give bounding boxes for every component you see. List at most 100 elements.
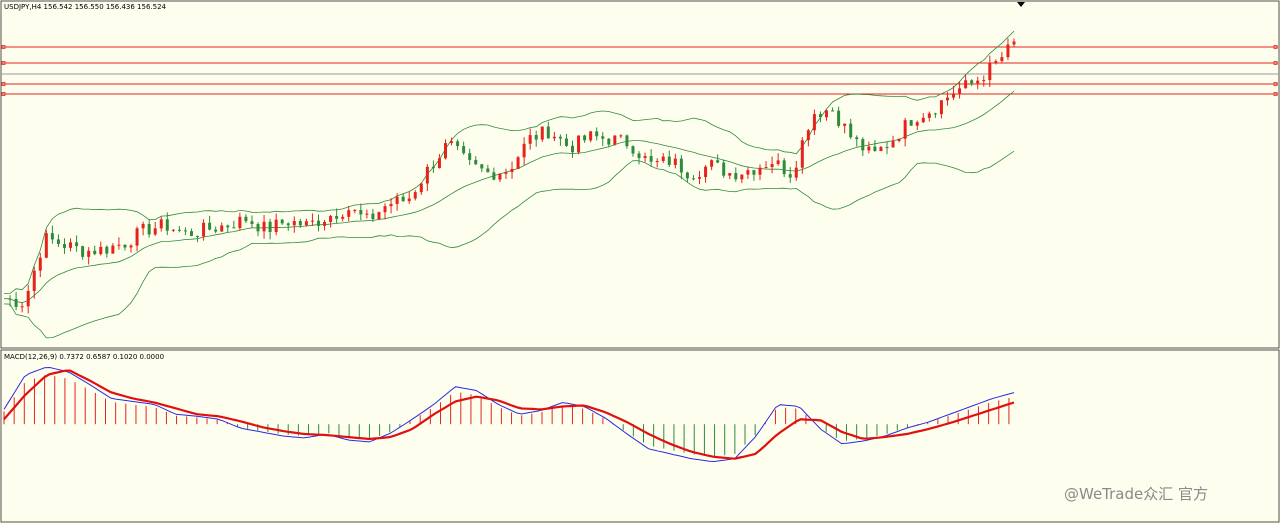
candle-body: [534, 135, 538, 140]
candle-body: [87, 250, 91, 257]
candle-body: [758, 167, 762, 175]
candle-body: [607, 138, 611, 145]
candle-body: [734, 173, 738, 180]
candle-body: [837, 110, 841, 126]
candle-body: [383, 206, 387, 213]
candle-body: [244, 216, 248, 222]
candle: [613, 135, 617, 146]
candle-body: [50, 233, 54, 240]
price-label: USDJPY,H4 156.542 156.550 156.436 156.52…: [4, 3, 167, 11]
candle-body: [492, 172, 496, 180]
candle-body: [335, 215, 339, 219]
candle: [909, 120, 913, 126]
candle: [516, 155, 520, 170]
candle-body: [558, 136, 562, 139]
candle-body: [99, 246, 103, 255]
candle-body: [93, 250, 97, 255]
candle-body: [619, 135, 623, 137]
candle-body: [625, 135, 629, 147]
candle-body: [831, 110, 835, 112]
candle-body: [982, 80, 986, 82]
candle-body: [952, 93, 956, 98]
candle-body: [365, 213, 369, 215]
candle-body: [812, 114, 816, 131]
candle-body: [316, 220, 320, 226]
candle-body: [202, 222, 206, 237]
candle-body: [540, 126, 544, 140]
candle-body: [480, 164, 484, 169]
candle-body: [589, 131, 593, 141]
trading-chart: USDJPY,H4 156.542 156.550 156.436 156.52…: [0, 0, 1280, 525]
candle-body: [788, 174, 792, 178]
candle-body: [298, 221, 302, 226]
candle: [44, 229, 48, 259]
candle-body: [776, 160, 780, 164]
candle-body: [873, 146, 877, 152]
candle-body: [879, 147, 883, 152]
candle-body: [462, 146, 466, 154]
background: [0, 0, 1280, 525]
candle-body: [81, 246, 85, 257]
candle-body: [945, 97, 949, 101]
candle-body: [359, 210, 363, 215]
candle-body: [1006, 44, 1010, 58]
candle-body: [159, 219, 163, 229]
candle-body: [909, 120, 913, 126]
candle-body: [595, 131, 599, 137]
candle-body: [20, 306, 24, 308]
candle-body: [437, 158, 441, 169]
candle-body: [111, 245, 115, 254]
candle-body: [196, 235, 200, 237]
candle-body: [564, 138, 568, 146]
candle: [377, 211, 381, 221]
candle-body: [661, 156, 665, 162]
candle-body: [256, 224, 260, 232]
candle-body: [673, 158, 677, 165]
candle-body: [262, 221, 266, 232]
candle-body: [292, 221, 296, 226]
candle-body: [691, 178, 695, 180]
candle-body: [649, 156, 653, 162]
candle-body: [165, 219, 169, 231]
candle-body: [183, 230, 187, 232]
candle-body: [794, 167, 798, 178]
candle-body: [353, 210, 357, 212]
candle-body: [522, 143, 526, 158]
candle-body: [407, 198, 411, 202]
candle-body: [637, 153, 641, 158]
candle-body: [431, 166, 435, 169]
candle-body: [716, 160, 720, 163]
candle-body: [419, 183, 423, 193]
candle-body: [250, 221, 254, 225]
candle-body: [728, 173, 732, 176]
candle-body: [456, 141, 460, 147]
candle-body: [8, 298, 12, 300]
candle-body: [861, 139, 865, 151]
candle-body: [268, 221, 272, 233]
candle-body: [655, 161, 659, 163]
candle-body: [849, 123, 853, 138]
candle-body: [927, 113, 931, 118]
candle-body: [468, 153, 472, 160]
candle-body: [552, 136, 556, 139]
candle-body: [135, 228, 139, 246]
candle-body: [577, 135, 581, 153]
candle-body: [395, 196, 399, 204]
candle-body: [238, 216, 242, 229]
candle-body: [897, 138, 901, 141]
candle-body: [26, 290, 30, 307]
candle-body: [740, 174, 744, 180]
candle-body: [970, 80, 974, 84]
candle-body: [903, 120, 907, 139]
candle-body: [643, 156, 647, 158]
candle-body: [583, 135, 587, 141]
candle-body: [516, 157, 520, 170]
candle-body: [75, 242, 79, 247]
candle-body: [958, 88, 962, 94]
candle-body: [685, 172, 689, 179]
candle-body: [38, 257, 42, 271]
candle-body: [208, 222, 212, 230]
candle-body: [752, 170, 756, 175]
candle-body: [389, 203, 393, 207]
candle-body: [498, 173, 502, 180]
